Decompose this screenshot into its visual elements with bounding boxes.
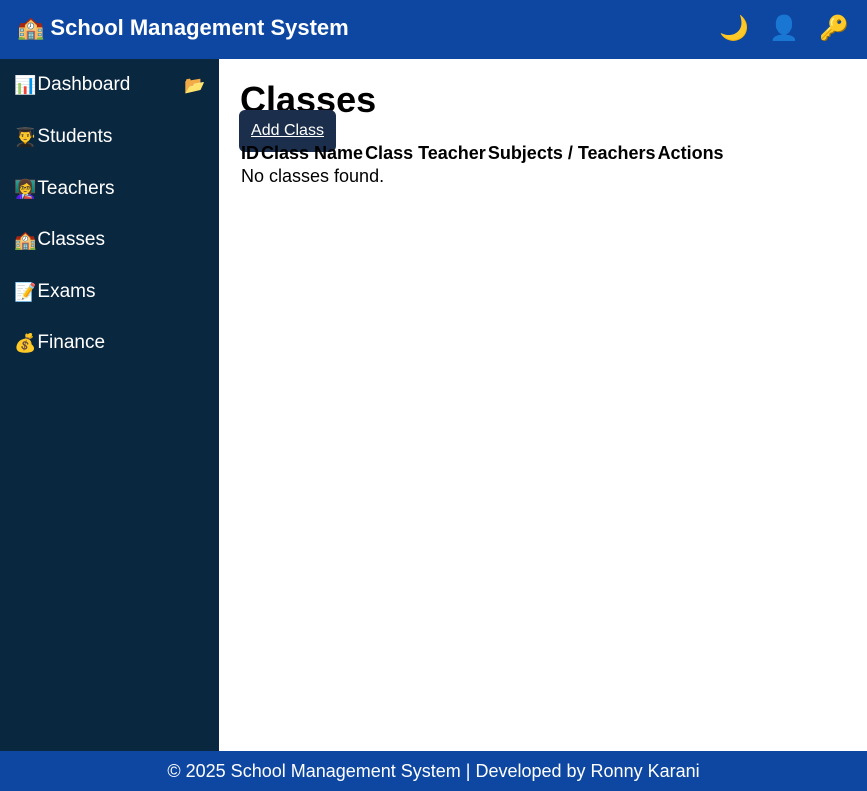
sidebar-item-students[interactable]: 👨‍🎓 Students [14,126,112,148]
column-header-actions: Actions [657,143,724,163]
column-header-class-teacher: Class Teacher [365,143,486,163]
sidebar-item-label: Finance [37,332,106,353]
chart-icon: 📊 [14,74,37,95]
main-content: Classes Add Class ID Class Name Class Te… [219,59,867,751]
sidebar-item-label: Students [37,126,113,147]
footer-text: © 2025 School Management System | Develo… [167,760,700,781]
empty-table-message: No classes found. [241,166,385,186]
student-icon: 👨‍🎓 [14,126,37,147]
memo-icon: 📝 [14,281,37,302]
sidebar-item-dashboard[interactable]: 📊 Dashboard [14,74,130,96]
sidebar-item-finance[interactable]: 💰 Finance [14,332,105,354]
login-key-icon[interactable]: 🔑 [819,14,849,44]
profile-icon[interactable]: 👤 [769,14,799,44]
sidebar-item-exams[interactable]: 📝 Exams [14,281,96,303]
header-actions: 🌙 👤 🔑 [719,14,849,44]
sidebar-item-teachers[interactable]: 👩‍🏫 Teachers [14,178,115,200]
sidebar-item-label: Classes [37,229,105,250]
classes-table-header: ID Class Name Class Teacher Subjects / T… [241,143,726,164]
folder-toggle-icon[interactable]: 📂 [184,76,205,96]
app-brand[interactable]: 🏫 School Management System [17,15,349,41]
dark-mode-icon[interactable]: 🌙 [719,14,749,44]
school-icon: 🏫 [14,229,37,250]
column-header-id: ID [241,143,259,163]
app-title: School Management System [50,15,349,40]
footer: © 2025 School Management System | Develo… [0,751,867,791]
column-header-subjects-teachers: Subjects / Teachers [487,143,656,163]
sidebar-item-label: Teachers [37,178,115,199]
sidebar-item-label: Exams [37,281,96,302]
money-bag-icon: 💰 [14,332,37,353]
column-header-class-name: Class Name [261,143,364,163]
teacher-icon: 👩‍🏫 [14,178,37,199]
sidebar-item-label: Dashboard [37,74,131,95]
sidebar-item-classes[interactable]: 🏫 Classes [14,229,105,251]
school-logo-icon: 🏫 [17,15,45,40]
top-header: 🏫 School Management System 🌙 👤 🔑 [0,0,867,59]
sidebar: 📂 📊 Dashboard 👨‍🎓 Students 👩‍🏫 Teachers … [0,59,219,751]
